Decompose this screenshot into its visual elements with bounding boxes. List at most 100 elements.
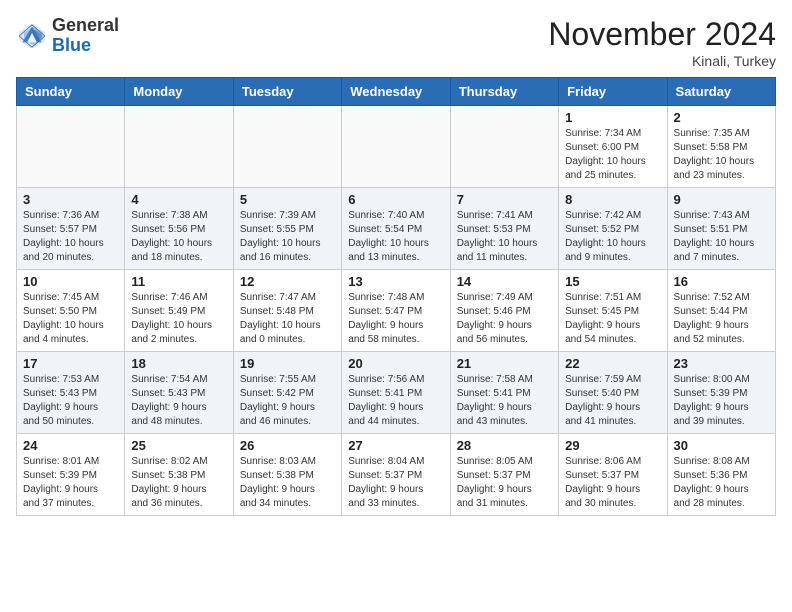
calendar-cell [233, 106, 341, 188]
logo: General Blue [16, 16, 119, 56]
calendar-cell: 11 Sunrise: 7:46 AM Sunset: 5:49 PM Dayli… [125, 270, 233, 352]
day-info: Sunrise: 8:01 AM Sunset: 5:39 PM Dayligh… [23, 455, 118, 511]
month-title: November 2024 [548, 16, 776, 53]
weekday-header-monday: Monday [125, 78, 233, 106]
calendar-cell: 6 Sunrise: 7:40 AM Sunset: 5:54 PM Daylig… [342, 188, 450, 270]
day-info: Sunrise: 7:41 AM Sunset: 5:53 PM Dayligh… [457, 209, 552, 265]
weekday-header-friday: Friday [559, 78, 667, 106]
calendar-cell: 7Sunrise: 7:41 AM Sunset: 5:53 PM Daylig… [450, 188, 558, 270]
day-info: Sunrise: 8:05 AM Sunset: 5:37 PM Dayligh… [457, 455, 552, 511]
calendar-cell: 2 Sunrise: 7:35 AM Sunset: 5:58 PM Daylig… [667, 106, 775, 188]
day-number: 5 [240, 192, 335, 207]
calendar-cell: 19 Sunrise: 7:55 AM Sunset: 5:42 PM Dayli… [233, 352, 341, 434]
day-number: 28 [457, 438, 552, 453]
calendar-cell [17, 106, 125, 188]
day-info: Sunrise: 7:42 AM Sunset: 5:52 PM Dayligh… [565, 209, 660, 265]
day-number: 11 [131, 274, 226, 289]
day-info: Sunrise: 7:59 AM Sunset: 5:40 PM Dayligh… [565, 373, 660, 429]
calendar-cell [342, 106, 450, 188]
day-info: Sunrise: 7:58 AM Sunset: 5:41 PM Dayligh… [457, 373, 552, 429]
calendar-cell: 16Sunrise: 7:52 AM Sunset: 5:44 PM Dayli… [667, 270, 775, 352]
calendar-cell: 20 Sunrise: 7:56 AM Sunset: 5:41 PM Dayli… [342, 352, 450, 434]
day-info: Sunrise: 7:35 AM Sunset: 5:58 PM Dayligh… [674, 127, 769, 183]
day-number: 29 [565, 438, 660, 453]
day-number: 20 [348, 356, 443, 371]
calendar-table: SundayMondayTuesdayWednesdayThursdayFrid… [16, 77, 776, 516]
day-info: Sunrise: 7:46 AM Sunset: 5:49 PM Dayligh… [131, 291, 226, 347]
day-number: 13 [348, 274, 443, 289]
day-info: Sunrise: 7:36 AM Sunset: 5:57 PM Dayligh… [23, 209, 118, 265]
calendar-cell: 12 Sunrise: 7:47 AM Sunset: 5:48 PM Dayli… [233, 270, 341, 352]
logo-blue-text: Blue [52, 35, 91, 55]
day-info: Sunrise: 8:02 AM Sunset: 5:38 PM Dayligh… [131, 455, 226, 511]
calendar-cell: 30 Sunrise: 8:08 AM Sunset: 5:36 PM Dayli… [667, 434, 775, 516]
calendar-cell: 18Sunrise: 7:54 AM Sunset: 5:43 PM Dayli… [125, 352, 233, 434]
day-info: Sunrise: 7:40 AM Sunset: 5:54 PM Dayligh… [348, 209, 443, 265]
day-number: 21 [457, 356, 552, 371]
day-info: Sunrise: 7:54 AM Sunset: 5:43 PM Dayligh… [131, 373, 226, 429]
day-number: 14 [457, 274, 552, 289]
calendar-cell: 4Sunrise: 7:38 AM Sunset: 5:56 PM Daylig… [125, 188, 233, 270]
day-number: 10 [23, 274, 118, 289]
weekday-header-wednesday: Wednesday [342, 78, 450, 106]
day-info: Sunrise: 7:55 AM Sunset: 5:42 PM Dayligh… [240, 373, 335, 429]
calendar-cell: 29Sunrise: 8:06 AM Sunset: 5:37 PM Dayli… [559, 434, 667, 516]
calendar-cell: 22 Sunrise: 7:59 AM Sunset: 5:40 PM Dayli… [559, 352, 667, 434]
day-info: Sunrise: 8:08 AM Sunset: 5:36 PM Dayligh… [674, 455, 769, 511]
calendar-cell: 3 Sunrise: 7:36 AM Sunset: 5:57 PM Daylig… [17, 188, 125, 270]
day-number: 17 [23, 356, 118, 371]
day-info: Sunrise: 7:48 AM Sunset: 5:47 PM Dayligh… [348, 291, 443, 347]
calendar-cell [450, 106, 558, 188]
day-number: 8 [565, 192, 660, 207]
calendar-cell: 21 Sunrise: 7:58 AM Sunset: 5:41 PM Dayli… [450, 352, 558, 434]
calendar-cell: 26 Sunrise: 8:03 AM Sunset: 5:38 PM Dayli… [233, 434, 341, 516]
calendar-cell: 17Sunrise: 7:53 AM Sunset: 5:43 PM Dayli… [17, 352, 125, 434]
calendar-week-row: 1 Sunrise: 7:34 AM Sunset: 6:00 PM Daylig… [17, 106, 776, 188]
day-info: Sunrise: 8:00 AM Sunset: 5:39 PM Dayligh… [674, 373, 769, 429]
day-number: 23 [674, 356, 769, 371]
day-info: Sunrise: 8:04 AM Sunset: 5:37 PM Dayligh… [348, 455, 443, 511]
day-info: Sunrise: 7:49 AM Sunset: 5:46 PM Dayligh… [457, 291, 552, 347]
location: Kinali, Turkey [548, 53, 776, 69]
day-info: Sunrise: 7:51 AM Sunset: 5:45 PM Dayligh… [565, 291, 660, 347]
calendar-week-row: 3 Sunrise: 7:36 AM Sunset: 5:57 PM Daylig… [17, 188, 776, 270]
calendar-cell: 15Sunrise: 7:51 AM Sunset: 5:45 PM Dayli… [559, 270, 667, 352]
weekday-header-thursday: Thursday [450, 78, 558, 106]
calendar-header-row: SundayMondayTuesdayWednesdayThursdayFrid… [17, 78, 776, 106]
logo-text: General Blue [52, 16, 119, 56]
day-info: Sunrise: 7:47 AM Sunset: 5:48 PM Dayligh… [240, 291, 335, 347]
calendar-cell: 25 Sunrise: 8:02 AM Sunset: 5:38 PM Dayli… [125, 434, 233, 516]
day-number: 25 [131, 438, 226, 453]
calendar-cell: 23 Sunrise: 8:00 AM Sunset: 5:39 PM Dayli… [667, 352, 775, 434]
calendar-cell [125, 106, 233, 188]
day-number: 27 [348, 438, 443, 453]
day-info: Sunrise: 8:03 AM Sunset: 5:38 PM Dayligh… [240, 455, 335, 511]
day-number: 2 [674, 110, 769, 125]
day-info: Sunrise: 7:39 AM Sunset: 5:55 PM Dayligh… [240, 209, 335, 265]
weekday-header-saturday: Saturday [667, 78, 775, 106]
day-number: 16 [674, 274, 769, 289]
weekday-header-tuesday: Tuesday [233, 78, 341, 106]
calendar-cell: 1 Sunrise: 7:34 AM Sunset: 6:00 PM Daylig… [559, 106, 667, 188]
calendar-week-row: 17Sunrise: 7:53 AM Sunset: 5:43 PM Dayli… [17, 352, 776, 434]
calendar-cell: 8 Sunrise: 7:42 AM Sunset: 5:52 PM Daylig… [559, 188, 667, 270]
calendar-cell: 9Sunrise: 7:43 AM Sunset: 5:51 PM Daylig… [667, 188, 775, 270]
day-number: 22 [565, 356, 660, 371]
day-info: Sunrise: 7:45 AM Sunset: 5:50 PM Dayligh… [23, 291, 118, 347]
day-info: Sunrise: 7:34 AM Sunset: 6:00 PM Dayligh… [565, 127, 660, 183]
day-number: 1 [565, 110, 660, 125]
day-number: 19 [240, 356, 335, 371]
day-number: 26 [240, 438, 335, 453]
day-info: Sunrise: 7:56 AM Sunset: 5:41 PM Dayligh… [348, 373, 443, 429]
day-number: 12 [240, 274, 335, 289]
calendar-week-row: 10 Sunrise: 7:45 AM Sunset: 5:50 PM Dayli… [17, 270, 776, 352]
calendar-cell: 27 Sunrise: 8:04 AM Sunset: 5:37 PM Dayli… [342, 434, 450, 516]
title-block: November 2024 Kinali, Turkey [548, 16, 776, 69]
weekday-header-sunday: Sunday [17, 78, 125, 106]
calendar-cell: 28 Sunrise: 8:05 AM Sunset: 5:37 PM Dayli… [450, 434, 558, 516]
logo-icon [16, 20, 48, 52]
day-number: 6 [348, 192, 443, 207]
day-number: 30 [674, 438, 769, 453]
day-number: 3 [23, 192, 118, 207]
day-number: 24 [23, 438, 118, 453]
